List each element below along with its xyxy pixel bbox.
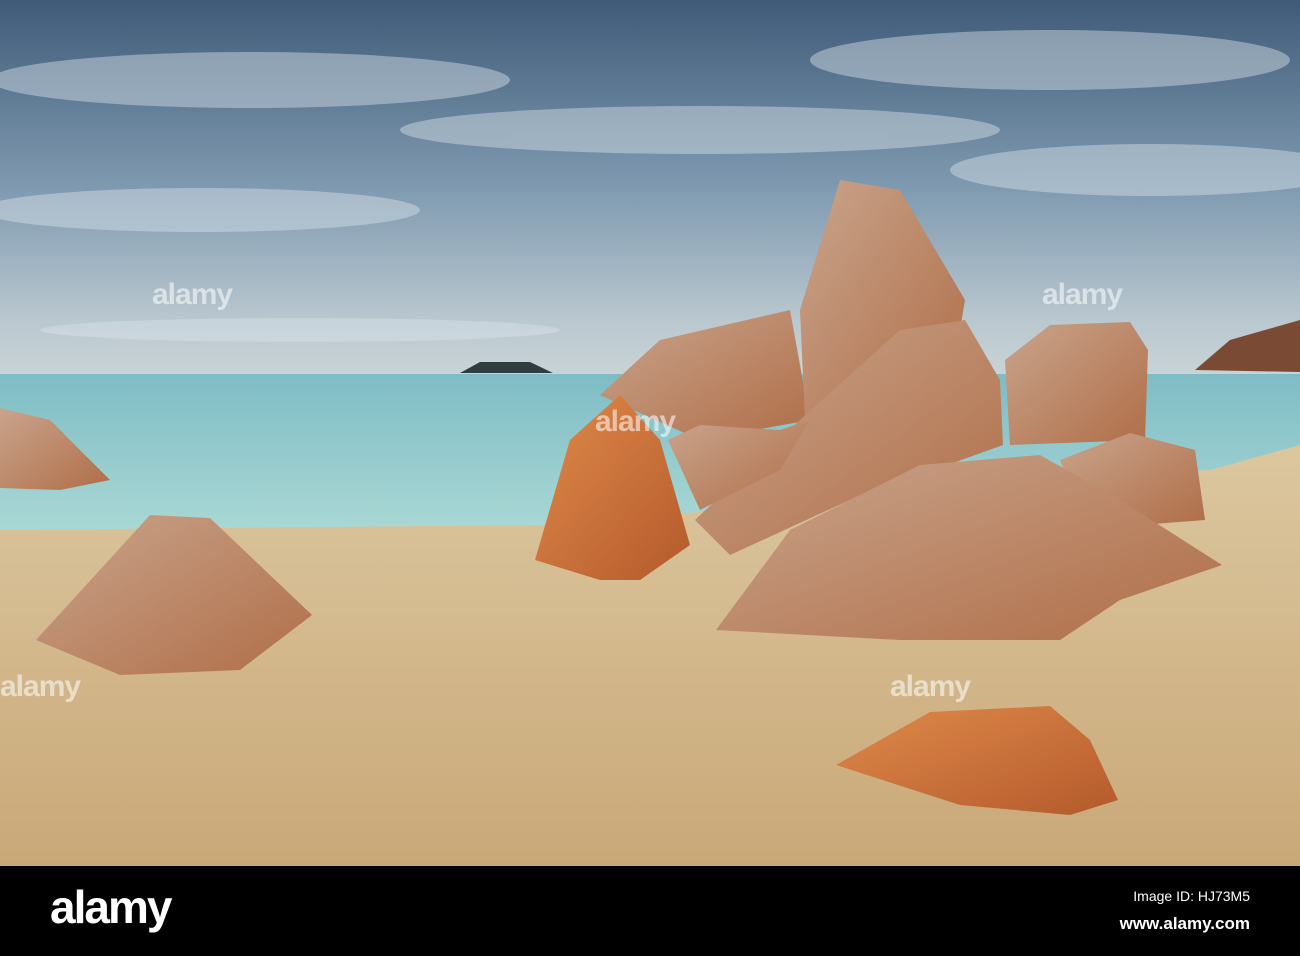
alamy-logo: alamy	[50, 881, 172, 933]
watermark: alamy	[1042, 278, 1123, 311]
watermark: alamy	[152, 278, 233, 311]
watermark: alamy	[0, 670, 81, 703]
photo-frame: alamy alamy alamy alamy alamy alamy Imag…	[0, 0, 1300, 956]
image-id: Image ID: HJ73M5	[1133, 888, 1250, 904]
website-link: www.alamy.com	[1119, 914, 1250, 933]
footer-bar: alamy Image ID: HJ73M5 www.alamy.com	[0, 866, 1300, 956]
watermark: alamy	[595, 405, 676, 438]
watermark: alamy	[890, 670, 971, 703]
